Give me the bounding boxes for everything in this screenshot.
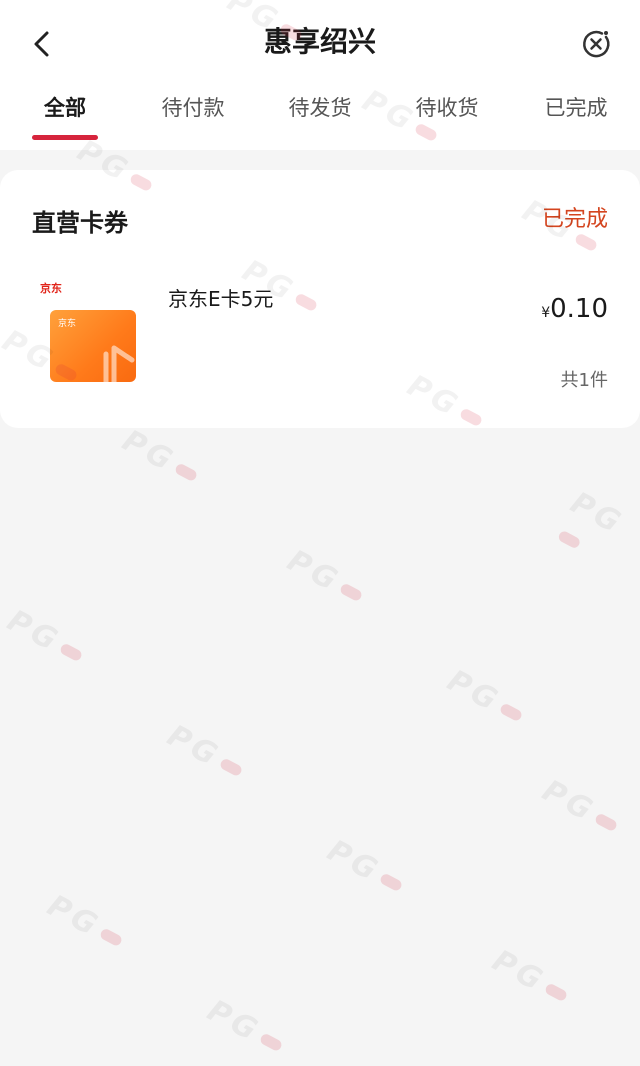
tab-pending-receipt[interactable]: 待收货 [404,92,490,136]
close-circle-icon [583,30,610,58]
order-card[interactable]: 直营卡券 已完成 京东 京东 京东E卡5元 ¥0.10 共1件 [0,170,640,428]
product-name[interactable]: 京东E卡5元 [168,284,273,314]
watermark: PG [282,543,370,612]
shop-name: 直营卡券 [32,209,128,237]
watermark: PG [548,485,640,584]
jd-logo: 京东 [40,282,62,296]
card-logo: 京东 [58,319,77,329]
order-status: 已完成 [541,207,608,232]
watermark: PG [537,773,625,842]
active-tab-indicator [32,135,98,140]
item-quantity: 共1件 [560,370,608,391]
watermark: PG [117,423,205,492]
watermark: PG [487,943,575,1012]
watermark: PG [162,718,250,787]
top-bar: 惠享绍兴 全部 待付款 待发货 待收货 已完成 [0,0,640,150]
gift-card-image: 京东 [50,310,136,382]
close-button[interactable] [576,24,616,64]
price-amount: 0.10 [550,294,608,324]
page-title: 惠享绍兴 [263,25,376,58]
product-thumbnail[interactable]: 京东 京东 [32,278,144,390]
watermark: PG [2,603,90,672]
watermark: PG [202,993,290,1062]
card-mark-icon [103,345,135,382]
tab-completed[interactable]: 已完成 [533,92,619,136]
tab-all[interactable]: 全部 [32,92,98,136]
watermark: PG [322,833,410,902]
watermark: PG [442,663,530,732]
brand-label: 京东 [40,282,62,295]
tab-pending-shipment[interactable]: 待发货 [277,92,363,136]
product-price: ¥0.10 [541,292,608,330]
currency-symbol: ¥ [541,305,551,321]
watermark: PG [42,888,130,957]
tab-pending-payment[interactable]: 待付款 [150,92,236,136]
navigation-bar: 惠享绍兴 [0,0,640,84]
